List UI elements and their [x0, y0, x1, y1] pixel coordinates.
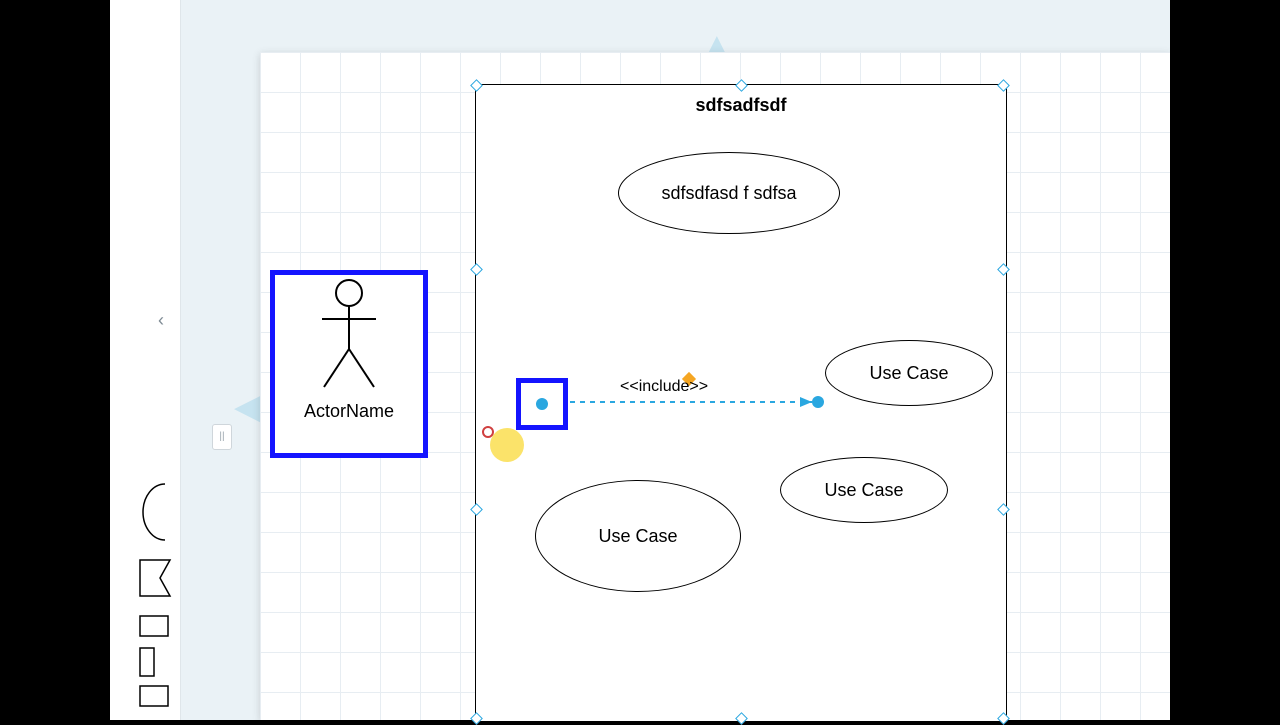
usecase-4[interactable]: Use Case [780, 457, 948, 523]
resize-handle-s[interactable] [735, 712, 748, 725]
letterbox-left [0, 0, 110, 720]
usecase-3-label: Use Case [598, 526, 677, 547]
panel-collapse-handle[interactable]: || [212, 424, 232, 450]
usecase-2[interactable]: Use Case [825, 340, 993, 406]
usecase-4-label: Use Case [824, 480, 903, 501]
svg-text:‹: ‹ [158, 310, 164, 330]
connector-source-handle[interactable] [516, 378, 568, 430]
connector-source-endpoint-icon [536, 398, 548, 410]
actor-stickman-icon [304, 275, 394, 395]
diagram-canvas[interactable]: sdfsadfsdf sdfsdfasd f sdfsa Use Case Us… [260, 52, 1170, 720]
page-extend-left-icon[interactable]: ◀ [234, 390, 260, 424]
usecase-1-label: sdfsdfasd f sdfsa [661, 183, 796, 204]
drop-highlight [490, 428, 524, 462]
anchor-ring-icon[interactable] [482, 426, 494, 438]
shapes-palette[interactable]: ‹ [110, 0, 181, 720]
connector-target-endpoint-icon[interactable] [812, 396, 824, 408]
usecase-2-label: Use Case [869, 363, 948, 384]
letterbox-right [1170, 0, 1280, 720]
actor-shape[interactable]: ActorName [270, 270, 428, 458]
handle-icon: || [219, 432, 224, 442]
system-boundary-title[interactable]: sdfsadfsdf [476, 95, 1006, 116]
usecase-3[interactable]: Use Case [535, 480, 741, 592]
palette-glyphs: ‹ [110, 0, 180, 720]
include-connector-label[interactable]: <<include>> [620, 378, 708, 396]
actor-label[interactable]: ActorName [304, 401, 394, 422]
diagram-editor-app: ‹ || ▲ ◀ ▶ sdfsadfsdf [110, 0, 1170, 720]
usecase-1[interactable]: sdfsdfasd f sdfsa [618, 152, 840, 234]
